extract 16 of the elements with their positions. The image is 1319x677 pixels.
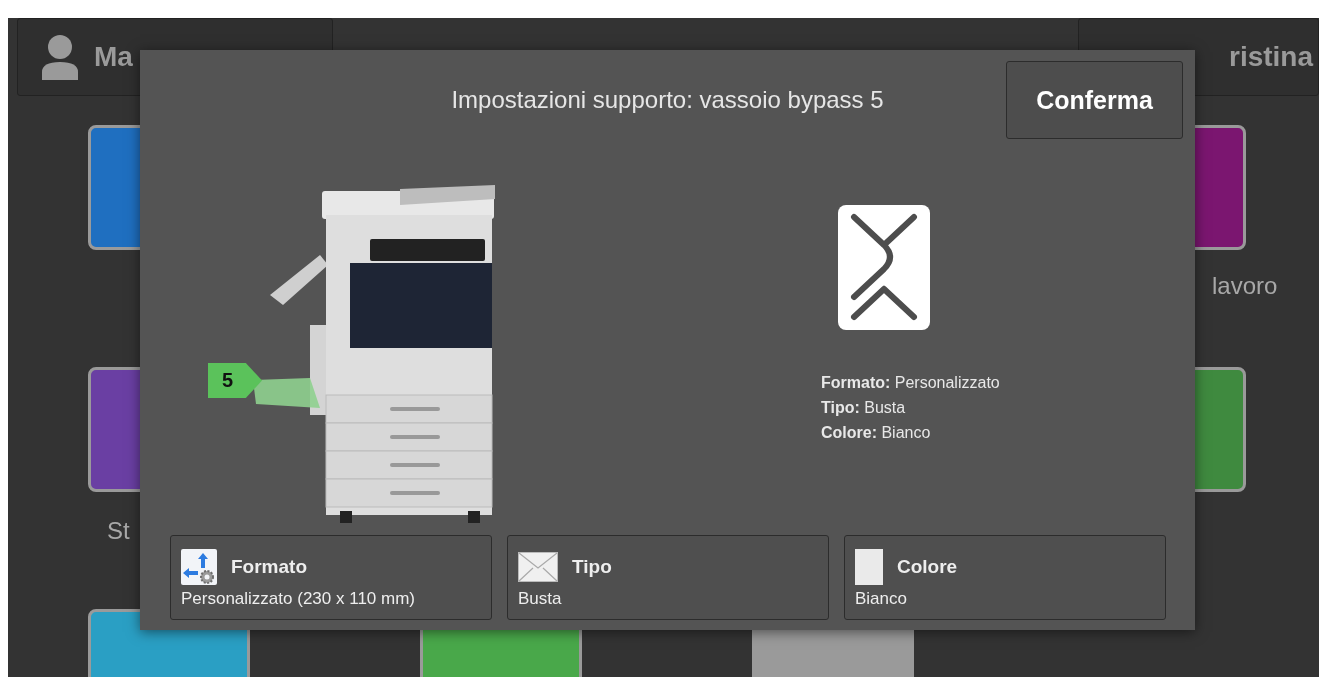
- arrows-gear-icon: [181, 548, 217, 585]
- setting-button[interactable]: Tipo Busta: [507, 535, 829, 620]
- setting-button[interactable]: Colore Bianco: [844, 535, 1166, 620]
- tray-badge: 5: [208, 363, 262, 398]
- paper-sheet-icon: [855, 548, 883, 585]
- setting-button[interactable]: Formato Personalizzato (230 x 110 mm): [170, 535, 492, 620]
- app-label: lavoro: [1212, 272, 1278, 300]
- media-sheet-icon: [838, 205, 930, 330]
- media-summary-line: Tipo: Busta: [821, 398, 906, 418]
- confirm-button[interactable]: Conferma: [1006, 61, 1183, 139]
- envelope-icon: [518, 551, 558, 582]
- media-summary-line: Colore: Bianco: [821, 423, 931, 443]
- app-label: St: [107, 517, 130, 545]
- dialog-title: Impostazioni supporto: vassoio bypass 5: [451, 86, 884, 114]
- media-summary-line: Formato: Personalizzato: [821, 373, 1000, 393]
- person-icon: [40, 34, 80, 80]
